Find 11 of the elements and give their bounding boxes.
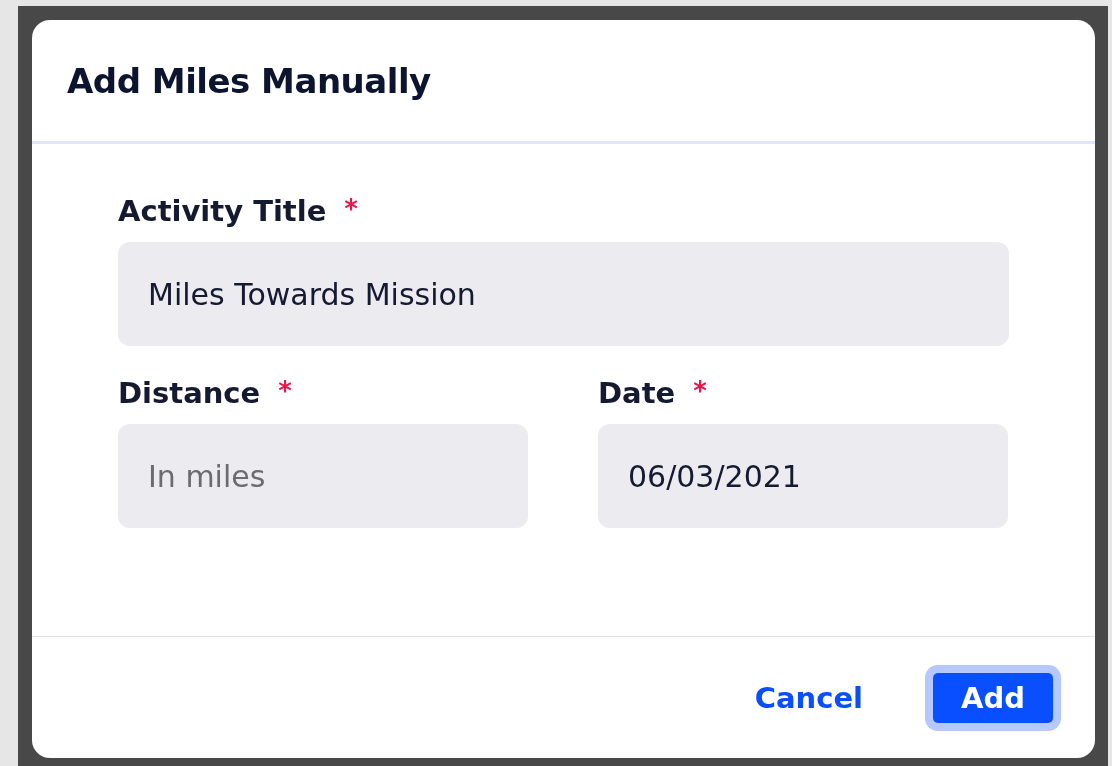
field-label: Distance [118,376,261,410]
required-mark: * [693,376,707,406]
input-field[interactable]: In miles [118,424,528,528]
required-mark: * [344,194,358,224]
input-field[interactable]: 06/03/2021 [598,424,1008,528]
cancel-button[interactable]: Cancel [754,680,864,715]
field-label: Activity Title [118,194,327,228]
field-label: Date [598,376,676,410]
input-field[interactable]: Miles Towards Mission [118,242,1009,346]
dialog-title: Add Miles Manually [67,60,431,101]
required-mark: * [278,376,292,406]
